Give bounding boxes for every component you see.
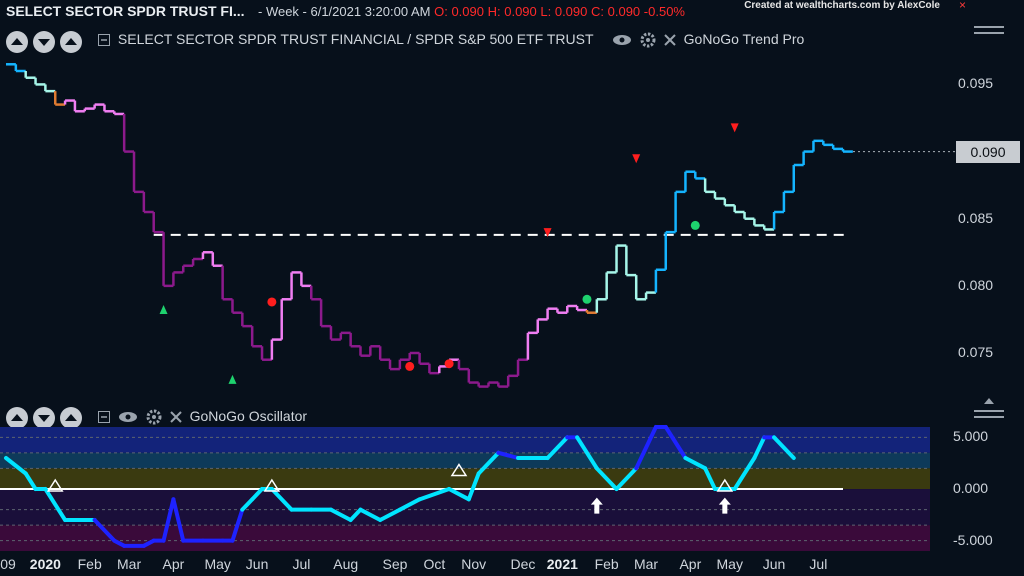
x-tick-label: Jun [762,556,786,572]
price-tick-label: 0.080 [958,276,994,293]
x-tick-label: 2021 [546,556,578,572]
osc-tick-label: 5.000 [953,428,989,445]
signal-dot [582,294,592,304]
price-signal-markers [159,123,739,384]
osc-band [0,489,930,526]
signal-down-triangle [632,154,641,164]
x-tick-label: Feb [594,556,619,572]
osc-tick-label: -5.000 [953,531,993,548]
current-price-tag: 0.090 [956,140,1020,163]
price-tick-label: 0.085 [958,209,994,226]
x-tick-label: Sep [382,556,408,572]
osc-band [0,468,930,489]
price-bars [6,63,853,388]
x-tick-label: Aug [333,556,359,572]
x-tick-label: Mar [633,556,659,572]
price-tick-label: 0.095 [958,75,994,92]
signal-up-triangle [159,305,168,315]
signal-dot [267,297,277,307]
x-tick-label: 2020 [29,556,61,572]
x-tick-label: Oct [423,556,446,572]
signal-down-triangle [730,123,739,133]
x-tick-label: Apr [162,556,185,572]
x-tick-label: Apr [679,556,702,572]
x-tick-label: May [204,556,231,572]
chart-canvas[interactable] [0,0,1024,576]
x-tick-label: Jun [245,556,269,572]
x-tick-label: May [716,556,743,572]
x-tick-label: Mar [117,556,142,572]
signal-dot [690,220,700,230]
osc-tick-label: 0.000 [953,480,989,496]
x-tick-label: Feb [77,556,102,572]
x-tick-label: Nov [461,556,487,572]
x-tick-label: 09 [0,556,16,572]
signal-dot [405,361,415,371]
x-tick-label: Dec [510,556,536,572]
signal-dot [444,359,454,369]
x-tick-label: Jul [292,556,311,572]
signal-up-triangle [228,374,237,384]
price-tick-label: 0.075 [958,344,994,360]
osc-band [0,427,930,453]
x-tick-label: Jul [809,556,828,572]
